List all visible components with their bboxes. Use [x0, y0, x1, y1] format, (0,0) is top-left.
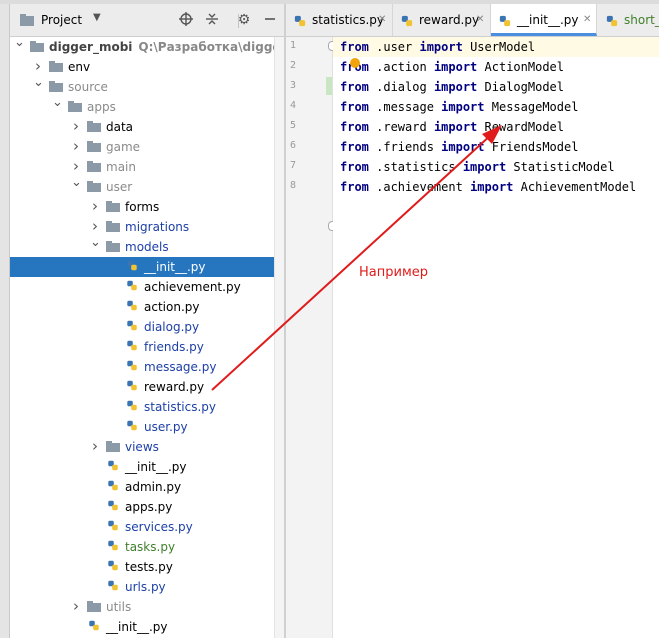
annotation-note: Например [359, 265, 428, 280]
annotation-arrow-line [211, 133, 493, 391]
annotation-arrow [211, 125, 502, 391]
